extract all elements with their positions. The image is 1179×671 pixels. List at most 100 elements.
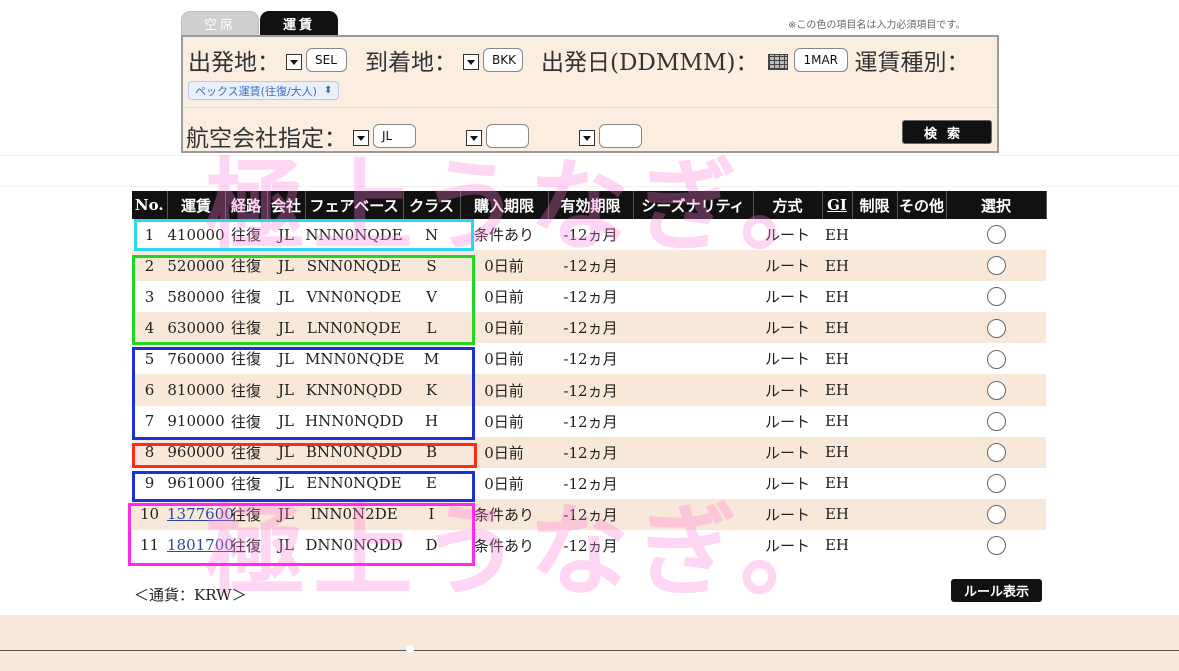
currency-note: ＜通貨：KRW＞ [134,586,247,604]
cell-validity: -12ヵ月 [548,374,633,406]
cell-validity: -12ヵ月 [548,250,633,282]
select-radio[interactable] [986,411,1006,431]
airline-input-3[interactable] [599,124,642,148]
cell-select [946,281,1046,313]
select-radio[interactable] [986,349,1006,369]
cell-airline: JL [267,498,305,530]
fare-link[interactable]: 1377600 [167,505,234,523]
cell-gi: EH [822,374,852,406]
cell-route: 往復 [225,374,267,406]
cell-gi: EH [822,467,852,499]
header-gi-link[interactable]: GI [822,191,853,219]
fare-type-label: 運賃種別： [854,50,970,76]
cell-class: B [403,436,460,468]
cell-other [897,219,946,251]
select-radio[interactable] [986,474,1006,494]
cell-fare-basis: ENN0NQDE [305,467,403,499]
tab-fares[interactable]: 運賃 [260,11,338,35]
table-row: 6 810000 往復 JL KNN0NQDD K 0日前 -12ヵ月 ルート EH [132,374,1046,406]
cell-seasonality [633,529,753,562]
cell-seasonality [633,405,753,437]
cell-airline: JL [267,436,305,468]
select-radio[interactable] [986,536,1006,556]
select-radio[interactable] [986,442,1006,462]
select-radio[interactable] [986,256,1006,276]
cell-class: M [403,343,460,375]
fare-results-body: 1 410000 往復 JL NNN0NQDE N 条件あり -12ヵ月 ルート EH 2 52000… [132,219,1046,562]
airline-input-2[interactable] [486,124,529,148]
cell-fare-basis: HNN0NQDD [305,405,403,437]
cell-seasonality [633,467,753,499]
cell-route: 往復 [225,529,267,562]
up-down-arrows-icon: ⬍ [323,85,333,96]
table-row: 8 960000 往復 JL BNN0NQDD B 0日前 -12ヵ月 ルート EH [132,436,1046,468]
panel-divider [183,107,997,108]
cell-route: 往復 [225,405,267,437]
cell-seasonality [633,343,753,375]
header-class: クラス [403,191,461,219]
cell-fare: 960000 [167,436,225,468]
cell-fare: 810000 [167,374,225,406]
cell-class: L [403,312,460,344]
departure-dropdown-icon[interactable] [286,54,302,70]
fare-type-select[interactable]: ペックス運賃(往復/大人) ⬍ [188,81,340,100]
arrival-input[interactable]: BKK [483,48,523,72]
cell-method: ルート [753,281,822,313]
cell-select [946,312,1046,344]
cell-purchase-deadline: 条件あり [460,529,548,562]
select-radio[interactable] [986,380,1006,400]
select-radio[interactable] [986,225,1006,245]
cell-select [946,405,1046,437]
cell-airline: JL [267,250,305,282]
cell-airline: JL [267,281,305,313]
calendar-icon[interactable] [768,54,789,70]
airline-dropdown-icon-3[interactable] [579,130,595,146]
cell-fare: 410000 [167,219,225,251]
cell-other [897,467,946,499]
arrival-dropdown-icon[interactable] [463,54,479,70]
select-radio[interactable] [986,287,1006,307]
cell-fare: 580000 [167,281,225,313]
cell-class: H [403,405,460,437]
cell-fare-basis: MNN0NQDE [305,343,405,375]
airline-input[interactable]: JL [373,124,416,148]
cell-no: 3 [132,281,167,313]
table-row: 11 1801700 往復 JL DNN0NQDD D 条件あり -12ヵ月 ルート EH [132,529,1046,562]
cell-purchase-deadline: 条件あり [460,219,548,251]
tab-availability[interactable]: 空席 [181,11,259,35]
cell-gi: EH [822,250,852,282]
cell-method: ルート [753,250,822,282]
cell-select [946,343,1046,375]
show-rules-button[interactable]: ルール表示 [951,579,1042,602]
cell-validity: -12ヵ月 [548,343,633,375]
date-input[interactable]: 1MAR [794,48,849,72]
cell-fare: 961000 [167,467,225,499]
cell-fare: 520000 [167,250,225,282]
departure-label: 出発地： [188,50,280,76]
table-row: 9 961000 往復 JL ENN0NQDE E 0日前 -12ヵ月 ルート EH [132,467,1046,499]
airline-dropdown-icon[interactable] [353,130,369,146]
table-row: 7 910000 往復 JL HNN0NQDD H 0日前 -12ヵ月 ルート EH [132,405,1046,437]
select-radio[interactable] [986,318,1006,338]
select-radio[interactable] [986,505,1006,525]
search-button[interactable]: 検索 [902,120,992,144]
cell-method: ルート [753,436,822,468]
departure-input[interactable]: SEL [306,48,347,72]
cell-fare-basis: VNN0NQDE [305,281,403,313]
cell-fare-basis: LNN0NQDE [305,312,403,344]
cell-validity: -12ヵ月 [548,219,633,251]
cell-no: 6 [132,374,167,406]
cell-fare-basis: KNN0NQDD [305,374,403,406]
cell-route: 往復 [225,343,267,375]
cell-no: 2 [132,250,167,282]
cell-gi: EH [822,529,852,562]
cell-select [946,529,1046,562]
airline-dropdown-icon-2[interactable] [466,130,482,146]
fare-link[interactable]: 1801700 [167,536,234,554]
cell-gi: EH [822,312,852,344]
cell-seasonality [633,250,753,282]
table-row: 3 580000 往復 JL VNN0NQDE V 0日前 -12ヵ月 ルート EH [132,281,1046,313]
cell-restriction [852,281,897,313]
cell-no: 7 [132,405,167,437]
cell-airline: JL [267,312,305,344]
